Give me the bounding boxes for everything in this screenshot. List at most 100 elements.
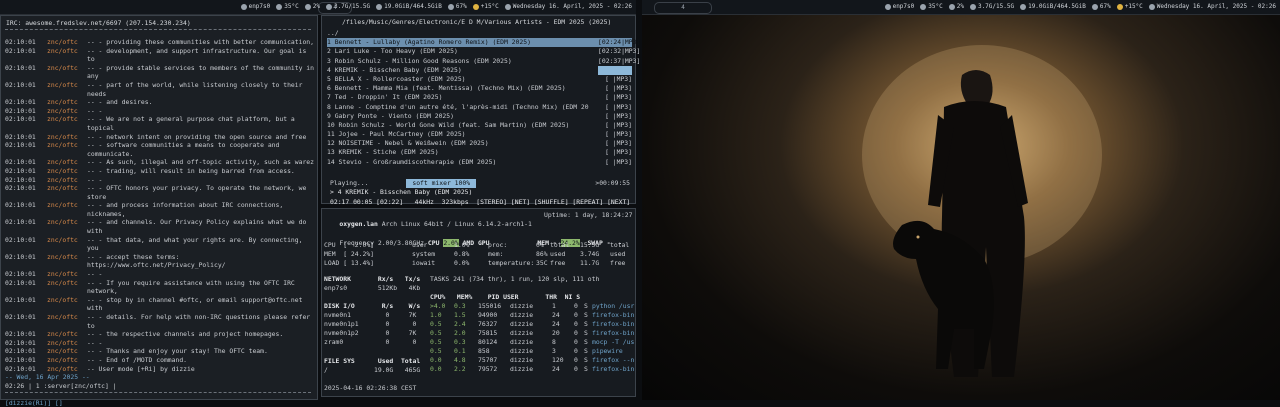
track-name: 7 Ted - Droppin' It (EDM 2025) xyxy=(327,93,443,102)
irc-message: 02:10:01 znc/oftc -- - providing these com… xyxy=(5,38,317,47)
process-cell[interactable]: 0 xyxy=(574,311,578,320)
playlist-track[interactable]: 1 Bennett - Lullaby (Agatino Romero Remi… xyxy=(327,38,640,48)
irc-message: 02:10:01 znc/oftc -- - part of the world, … xyxy=(5,81,317,90)
playlist-track[interactable]: 11 Jojee - Paul McCartney (EDM 2025) [ |M… xyxy=(327,130,632,139)
irc-message-log: 02:10:01 znc/oftc -- - providing these com… xyxy=(5,38,317,382)
process-cell[interactable]: 0.3 xyxy=(454,338,466,347)
process-cell[interactable]: 858 xyxy=(478,347,490,356)
process-cell[interactable]: dizzie xyxy=(510,302,533,311)
process-cell[interactable]: 0 xyxy=(574,329,578,338)
process-cell[interactable]: 1 xyxy=(552,302,556,311)
process-cell[interactable]: S xyxy=(584,338,588,347)
music-player[interactable]: /files/Music/Genres/Electronic/E D M/Var… xyxy=(321,15,640,214)
playlist-track[interactable]: 3 Robin Schulz - Million Good Reasons (E… xyxy=(327,57,640,66)
playlist-track[interactable]: 7 Ted - Droppin' It (EDM 2025) [ |MP3] xyxy=(327,93,632,102)
process-cell[interactable]: 94900 xyxy=(478,311,497,320)
process-cell[interactable]: dizzie xyxy=(510,365,533,374)
irc-terminal[interactable]: IRC: awesome.fredslev.net/6697 (207.154.… xyxy=(0,15,318,407)
process-cell[interactable]: 0.5 xyxy=(430,320,442,329)
process-cell[interactable]: >4.0 xyxy=(430,302,445,311)
process-cell[interactable]: 0 xyxy=(574,347,578,356)
irc-status-line: 02:26 | 1 :server[znc/oftc] | xyxy=(5,382,117,390)
process-cell[interactable]: 20 xyxy=(552,329,560,338)
message-text: -- - End of /MOTD command. xyxy=(87,355,188,364)
message-text: -- - network intent on providing the ope… xyxy=(87,132,307,141)
track-name: 8 Lanne - Comptine d'un autre été, l'apr… xyxy=(327,102,589,111)
process-cell[interactable]: 0.5 xyxy=(430,329,442,338)
playlist-track[interactable]: 9 Gabry Ponte - Viento (EDM 2025) [ |MP3] xyxy=(327,112,632,121)
playlist-track[interactable]: 5 BELLA X - Rollercoaster (EDM 2025) [ |M… xyxy=(327,75,632,84)
process-cell[interactable]: S xyxy=(584,329,588,338)
process-cell[interactable]: 0.0 xyxy=(430,356,442,365)
process-cell[interactable]: firefox-bin xyxy=(592,311,634,320)
resource-cell: 0.0% xyxy=(454,259,470,267)
process-cell[interactable]: S xyxy=(584,302,588,311)
playlist-track[interactable]: 2 Lari Luke - Too Heavy (EDM 2025) [02:32… xyxy=(327,47,640,56)
process-cell[interactable]: S xyxy=(584,365,588,374)
process-cell[interactable]: 1.0 xyxy=(430,311,442,320)
irc-input[interactable]: [dizzie(Ri)] [] xyxy=(5,399,63,407)
playlist-track[interactable]: 4 KREMIK - Bisschen Baby (EDM 2025) xyxy=(327,65,632,75)
process-cell[interactable]: 76327 xyxy=(478,320,497,329)
process-cell[interactable]: 24 xyxy=(552,311,560,320)
process-cell[interactable]: 0.3 xyxy=(454,302,466,311)
playlist-track[interactable]: 13 KREMIK - Stiche (EDM 2025) [ |MP3] xyxy=(327,148,632,157)
nick: znc/oftc xyxy=(47,330,78,339)
process-cell[interactable]: 75815 xyxy=(478,329,497,338)
playlist-track[interactable]: 14 Stevio - Großraumdiscotherapie (EDM 2… xyxy=(327,158,632,167)
process-cell[interactable]: pipewire xyxy=(592,347,623,356)
process-cell[interactable]: S xyxy=(584,311,588,320)
process-cell[interactable]: 24 xyxy=(552,365,560,374)
process-cell[interactable]: 1.5 xyxy=(454,311,466,320)
process-cell[interactable]: 0 xyxy=(574,302,578,311)
process-cell[interactable]: dizzie xyxy=(510,347,533,356)
process-cell[interactable]: 75707 xyxy=(478,356,497,365)
process-cell[interactable]: 2.4 xyxy=(454,320,466,329)
process-cell[interactable]: dizzie xyxy=(510,356,533,365)
playlist-track[interactable]: 6 Bennett - Mamma Mia (feat. Mentissa) (… xyxy=(327,84,632,93)
workspace-indicator[interactable]: 4 xyxy=(654,2,712,14)
playlist[interactable]: ../ 1 Bennett - Lullaby (Agatino Romero … xyxy=(327,29,640,167)
process-cell[interactable]: dizzie xyxy=(510,329,533,338)
process-cell[interactable]: 24 xyxy=(552,320,560,329)
nick: znc/oftc xyxy=(47,295,78,304)
process-cell[interactable]: 0 xyxy=(574,320,578,329)
process-cell[interactable]: S xyxy=(584,320,588,329)
message-text: any xyxy=(87,72,99,81)
playlist-track[interactable]: 10 Robin Schulz - World Gone Wild (feat.… xyxy=(327,121,632,130)
process-cell[interactable]: firefox-bin xyxy=(592,329,634,338)
parent-directory[interactable]: ../ xyxy=(327,29,632,38)
process-cell[interactable]: 2.0 xyxy=(454,329,466,338)
process-cell[interactable]: python /usr xyxy=(592,302,634,311)
process-cell[interactable]: 0.1 xyxy=(454,347,466,356)
status-text: 2% xyxy=(956,3,964,10)
timestamp: 02:10:01 xyxy=(5,166,36,175)
message-text: -- - and process information about IRC c… xyxy=(87,201,284,210)
playlist-track[interactable]: 12 NOISETIME - Nebel & Weißwein (EDM 202… xyxy=(327,139,632,148)
process-cell[interactable]: dizzie xyxy=(510,320,533,329)
process-cell[interactable]: S xyxy=(584,347,588,356)
process-cell[interactable]: dizzie xyxy=(510,338,533,347)
playlist-track[interactable]: 8 Lanne - Comptine d'un autre été, l'apr… xyxy=(327,103,632,112)
process-cell[interactable]: 155016 xyxy=(478,302,501,311)
process-cell[interactable]: firefox --n xyxy=(592,356,634,365)
process-cell[interactable]: firefox-bin xyxy=(592,365,634,374)
process-cell[interactable]: 79572 xyxy=(478,365,497,374)
process-cell[interactable]: 80124 xyxy=(478,338,497,347)
process-cell[interactable]: S xyxy=(584,356,588,365)
process-cell[interactable]: 4.8 xyxy=(454,356,466,365)
process-cell[interactable]: 0.0 xyxy=(430,365,442,374)
process-cell[interactable]: 8 xyxy=(552,338,556,347)
process-cell[interactable]: dizzie xyxy=(510,311,533,320)
process-cell[interactable]: 3 xyxy=(552,347,556,356)
process-cell[interactable]: mocp -T /us xyxy=(592,338,634,347)
process-cell[interactable]: 0.5 xyxy=(430,347,442,356)
process-cell[interactable]: 0 xyxy=(574,338,578,347)
system-monitor[interactable]: oxygen.lan Arch Linux 64bit / Linux 6.14… xyxy=(321,208,636,397)
process-cell[interactable]: 120 xyxy=(552,356,564,365)
process-cell[interactable]: 0 xyxy=(574,365,578,374)
process-cell[interactable]: 0.5 xyxy=(430,338,442,347)
process-cell[interactable]: firefox-bin xyxy=(592,320,634,329)
process-cell[interactable]: 0 xyxy=(574,356,578,365)
process-cell[interactable]: 2.2 xyxy=(454,365,466,374)
